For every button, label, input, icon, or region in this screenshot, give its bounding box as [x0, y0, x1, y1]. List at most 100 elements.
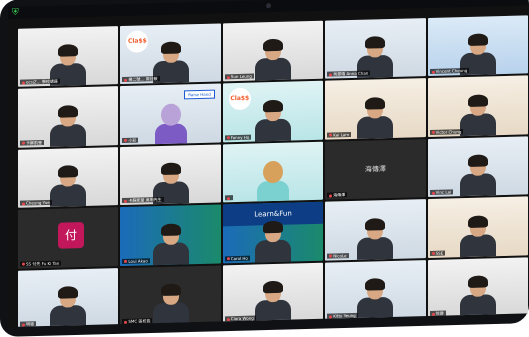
participant-tile[interactable]: [222, 141, 324, 203]
participant-name: Kitty Yeung: [327, 312, 358, 319]
torso: [357, 296, 394, 320]
torso: [152, 241, 189, 265]
mic-muted-icon: [329, 133, 333, 137]
torso: [50, 123, 87, 147]
hair: [58, 286, 79, 299]
hair: [365, 278, 386, 291]
brand-logo: Cla$$: [228, 88, 251, 111]
participant-video: [251, 38, 295, 81]
participant-video: [353, 96, 397, 139]
participant-video: [251, 219, 295, 263]
participant-tile[interactable]: 付 SS 付先 Fu Ki Tan: [18, 207, 119, 269]
participant-tile[interactable]: ocsjZ… 學校講座: [18, 26, 119, 88]
mic-muted-icon: [431, 131, 435, 135]
participant-tile[interactable]: NicoLe: [325, 199, 426, 261]
participant-name: 小彩: [122, 137, 139, 143]
participant-video: [251, 279, 295, 323]
hair: [160, 41, 181, 55]
participant-tile[interactable]: Cla$$ Fanny Ho: [222, 81, 324, 143]
participant-tile[interactable]: Clara Wong: [222, 262, 324, 324]
participant-tile[interactable]: 卡蘇凱瑩: [18, 86, 119, 148]
brand-logo: Cla$$: [126, 30, 149, 53]
torso: [357, 115, 394, 139]
mic-muted-icon: [329, 194, 333, 198]
mic-muted-icon: [431, 191, 435, 195]
hair: [58, 104, 79, 118]
participant-tile[interactable]: Raise Hand 小彩: [120, 83, 221, 145]
participant-tile[interactable]: Vinc Lai: [427, 136, 528, 198]
participant-video: [353, 216, 397, 260]
participant-name: 楊二號… 周佳敏: [122, 76, 160, 83]
mic-muted-icon: [226, 196, 230, 200]
hair: [365, 96, 386, 110]
hair: [160, 223, 181, 236]
participant-tile[interactable]: Learn&Fun Carol Ho: [222, 201, 324, 263]
participant-tile[interactable]: SSE: [427, 196, 528, 258]
video-grid: ocsjZ… 學校講座 Cla$$ 楊二號… 周佳敏 Sun Leung 吳慧儀 Ann…: [18, 15, 528, 327]
hair: [160, 162, 181, 176]
participant-video: [456, 214, 500, 257]
participant-tile[interactable]: Loui Akao: [120, 204, 221, 266]
participant-name: NicoLe: [327, 252, 349, 259]
mic-muted-icon: [329, 315, 333, 319]
participant-tile[interactable]: Cla$$ 楊二號… 周佳敏: [120, 23, 221, 85]
torso: [254, 118, 291, 142]
torso: [254, 239, 291, 263]
torso: [50, 184, 87, 208]
mic-muted-icon: [226, 257, 230, 261]
mic-muted-icon: [226, 136, 230, 140]
participant-video: [251, 98, 295, 142]
participant-name: Cheung Yue: [20, 200, 52, 206]
participant-tile[interactable]: Sun Leung: [222, 20, 324, 82]
participant-video: [46, 164, 90, 208]
hair: [467, 33, 488, 47]
mic-muted-icon: [226, 76, 230, 80]
mic-muted-icon: [329, 254, 333, 258]
torso: [254, 299, 291, 323]
participant-tile[interactable]: Cheung Yue: [18, 146, 119, 208]
security-shield-icon[interactable]: ⛨: [12, 8, 22, 18]
hair: [467, 154, 488, 168]
hair: [262, 220, 283, 233]
participant-tile[interactable]: Victor Chung: [427, 75, 528, 137]
hair: [262, 280, 283, 294]
zoom-screen: ⛨ ocsjZ… 學校講座 Cla$$ 楊二號… 周佳敏 Sun Leung 吳慧儀 A…: [8, 0, 528, 327]
participant-name: Loui Akao: [122, 257, 150, 264]
mic-muted-icon: [22, 323, 25, 327]
camera-icon: [266, 3, 271, 9]
torso: [152, 302, 189, 326]
participant-video: [46, 285, 90, 327]
participant-tile[interactable]: 吳慧儀 Anna Chan: [325, 18, 426, 80]
participant-name: Clara Wong: [224, 315, 256, 322]
avatar: [152, 97, 190, 144]
participant-name: ocsjZ… 學校講座: [20, 79, 60, 86]
participant-name: 卡蘇凱瑩: [20, 139, 44, 146]
mic-muted-icon: [124, 139, 128, 143]
participant-video: [149, 222, 193, 265]
torso: [254, 57, 291, 81]
participant-name: Fanny Ho: [224, 134, 252, 141]
participant-name: SMC 區校長: [122, 318, 153, 325]
participant-tile[interactable]: Kai Lam: [325, 78, 426, 140]
participant-tile[interactable]: 卡蘇凱瑩 吳明先生: [120, 144, 221, 206]
participant-tile[interactable]: 明強: [18, 267, 119, 327]
mic-muted-icon: [431, 70, 435, 74]
avatar: [254, 155, 292, 202]
mic-muted-icon: [22, 81, 25, 85]
participant-name: Carol Ho: [224, 255, 250, 261]
participant-tile[interactable]: 海傳澤 海傳澤: [325, 138, 426, 200]
participant-video: [456, 274, 500, 318]
participant-name: Victor Chung: [429, 128, 464, 135]
torso: [459, 233, 496, 257]
mic-muted-icon: [124, 259, 128, 264]
participant-tile[interactable]: Vincent Cheung: [427, 15, 528, 77]
torso: [459, 294, 496, 318]
participant-tile[interactable]: 徐健: [427, 256, 528, 319]
hair: [262, 99, 283, 113]
participant-tile[interactable]: Kitty Yeung: [325, 259, 426, 321]
participant-name-center: 海傳澤: [364, 165, 386, 174]
participant-name: SSE: [429, 250, 446, 256]
mic-muted-icon: [431, 251, 435, 256]
participant-tile[interactable]: SMC 區校長: [120, 265, 221, 327]
participant-name: 卡蘇凱瑩 吳明先生: [122, 197, 164, 204]
